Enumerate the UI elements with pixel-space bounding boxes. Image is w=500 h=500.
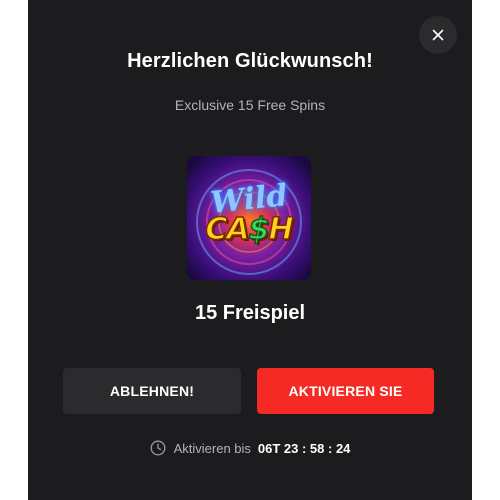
modal-title: Herzlichen Glückwunsch!	[127, 50, 373, 72]
game-thumbnail: Wild CA$H	[187, 156, 311, 280]
activation-timer: Aktivieren bis 06T 23 : 58 : 24	[28, 440, 472, 456]
timer-value: 06T 23 : 58 : 24	[257, 440, 351, 456]
timer-label: Aktivieren bis	[173, 440, 251, 456]
close-button[interactable]	[419, 16, 457, 54]
game-logo-cash: CA$H	[187, 211, 311, 248]
clock-icon	[150, 440, 166, 456]
game-logo-cash-suffix: H	[268, 211, 295, 248]
modal-subtitle: Exclusive 15 Free Spins	[174, 97, 326, 113]
decline-button[interactable]: ABLEHNEN!	[63, 368, 241, 414]
game-logo-cash-prefix: CA	[205, 211, 251, 248]
close-icon	[432, 29, 444, 41]
bonus-modal: Herzlichen Glückwunsch! Exclusive 15 Fre…	[28, 0, 472, 500]
reward-text: 15 Freispiel	[194, 302, 306, 324]
activate-button[interactable]: AKTIVIEREN SIE	[257, 368, 434, 414]
game-logo-dollar: $	[248, 211, 270, 248]
